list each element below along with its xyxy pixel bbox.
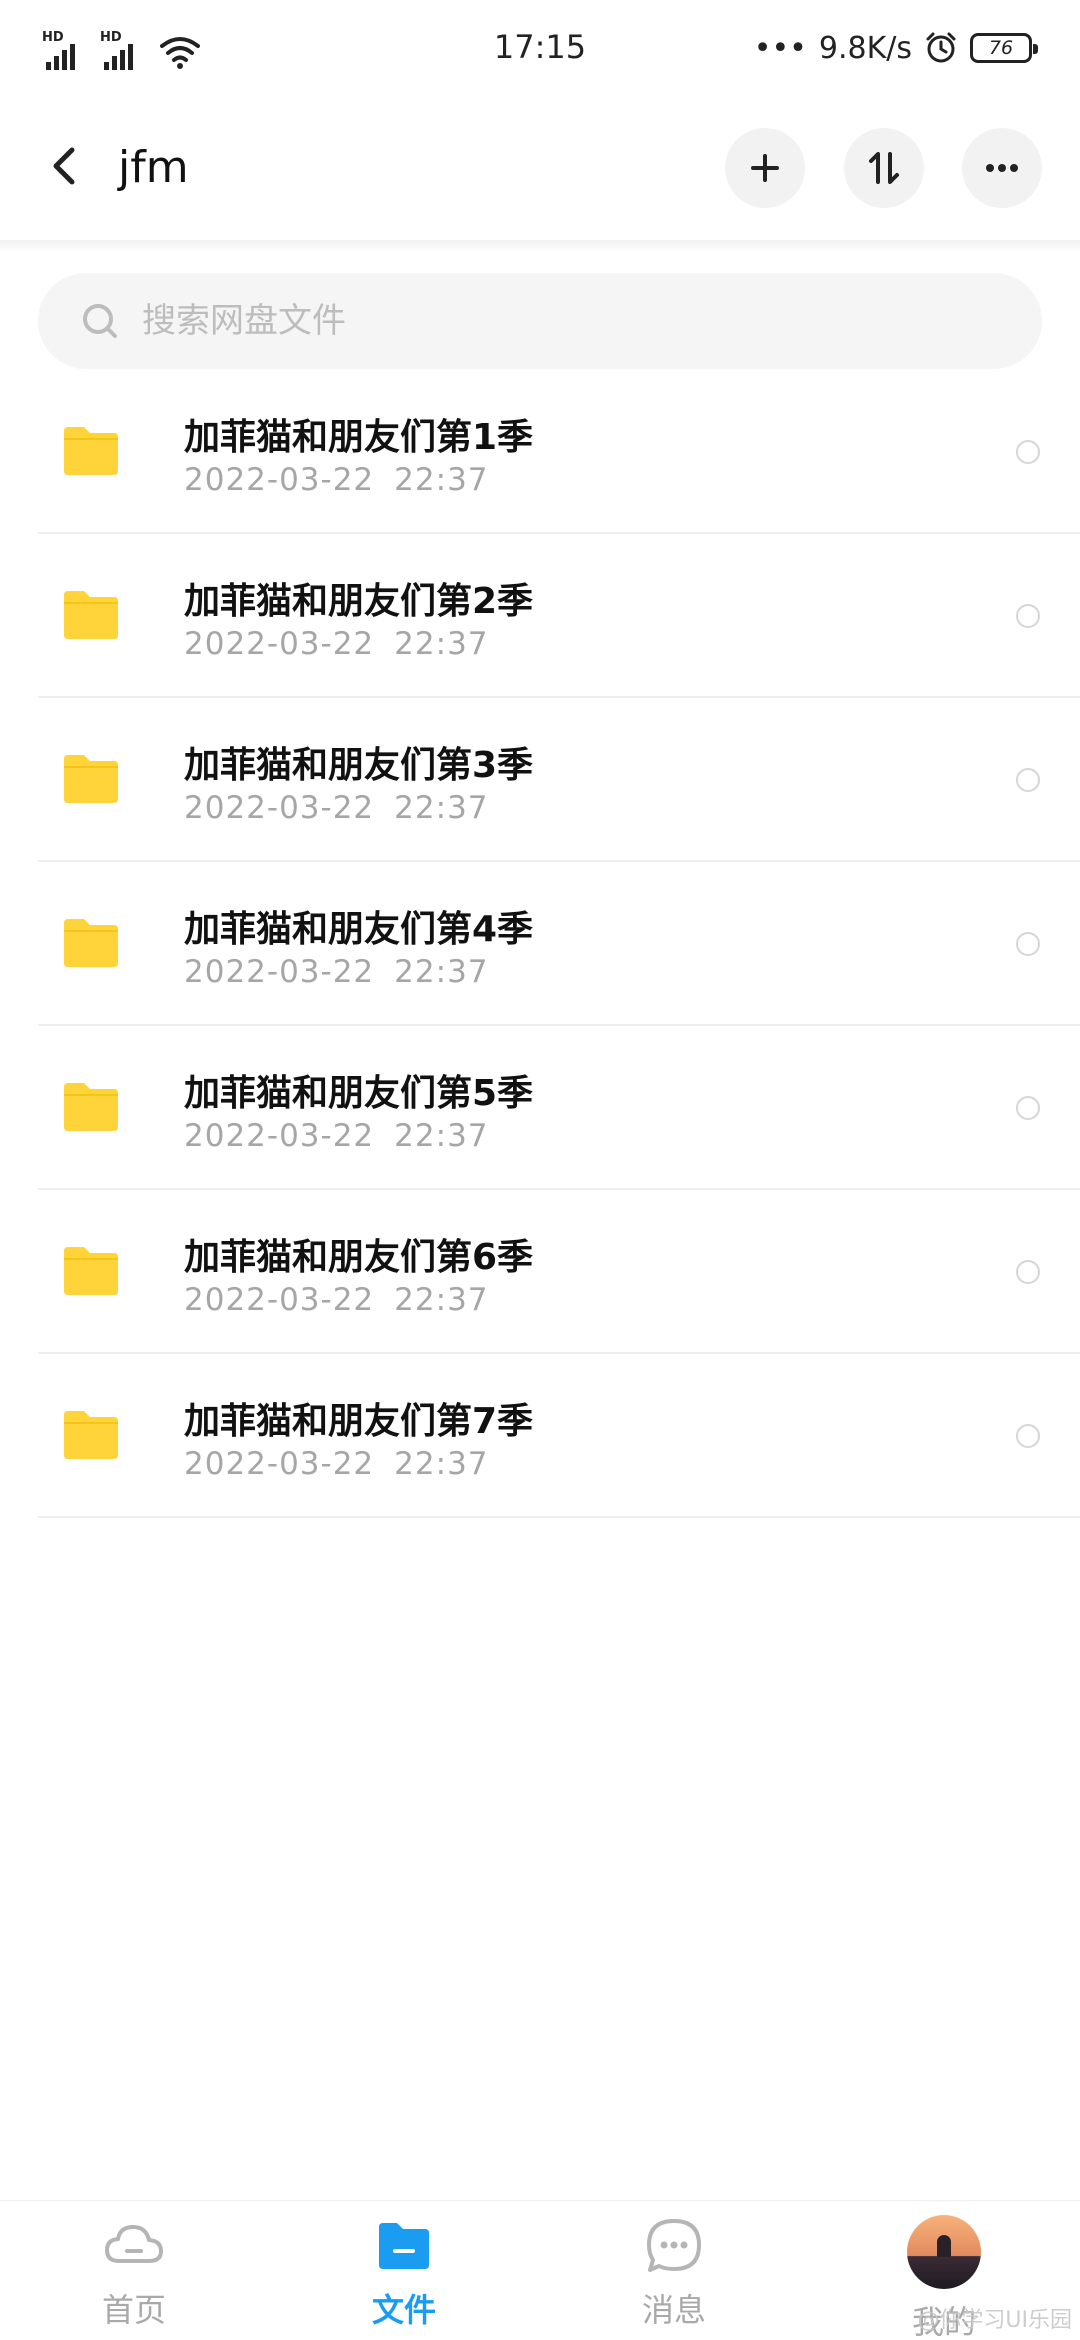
header-divider	[0, 240, 1080, 252]
file-time: 22:37	[394, 790, 489, 826]
cloud-icon	[105, 2225, 163, 2263]
list-item[interactable]: 加菲猫和朋友们第1季 2022-03-22 22:37	[38, 370, 1080, 534]
tab-home-label: 首页	[101, 2291, 166, 2329]
file-time: 22:37	[394, 1282, 489, 1318]
file-date: 2022-03-22	[184, 1446, 375, 1482]
file-name: 加菲猫和朋友们第3季	[184, 745, 534, 786]
avatar	[907, 2215, 981, 2289]
battery-level: 76	[988, 37, 1014, 59]
file-time: 22:37	[394, 1446, 489, 1482]
file-name: 加菲猫和朋友们第5季	[184, 1073, 534, 1114]
more-button[interactable]	[962, 128, 1042, 208]
file-meta: 2022-03-22 22:37	[184, 954, 489, 990]
select-radio[interactable]	[1016, 440, 1040, 464]
tab-messages-label: 消息	[641, 2291, 706, 2329]
sort-button[interactable]	[844, 128, 924, 208]
select-radio[interactable]	[1016, 1260, 1040, 1284]
folder-icon	[64, 427, 118, 475]
sort-icon	[869, 152, 899, 184]
status-right: ••• 9.8K/s 76	[753, 26, 1038, 70]
select-radio[interactable]	[1016, 932, 1040, 956]
search-icon	[83, 304, 117, 338]
list-item[interactable]: 加菲猫和朋友们第5季 2022-03-22 22:37	[38, 1026, 1080, 1190]
folder-icon	[64, 1411, 118, 1459]
file-date: 2022-03-22	[184, 1282, 375, 1318]
app-header: jfm	[0, 110, 1080, 230]
select-radio[interactable]	[1016, 1096, 1040, 1120]
file-name: 加菲猫和朋友们第1季	[184, 417, 534, 458]
folder-icon	[64, 919, 118, 967]
plus-icon	[751, 154, 779, 182]
watermark: @你学习UI乐园	[917, 2308, 1072, 2333]
tab-home[interactable]: 首页	[34, 2215, 234, 2340]
file-time: 22:37	[394, 626, 489, 662]
file-date: 2022-03-22	[184, 790, 375, 826]
file-date: 2022-03-22	[184, 1118, 375, 1154]
search-input[interactable]	[142, 301, 942, 341]
file-meta: 2022-03-22 22:37	[184, 626, 489, 662]
file-name: 加菲猫和朋友们第6季	[184, 1237, 534, 1278]
tab-messages[interactable]: 消息	[574, 2215, 774, 2340]
file-meta: 2022-03-22 22:37	[184, 1282, 489, 1318]
file-list: 加菲猫和朋友们第1季 2022-03-22 22:37 加菲猫和朋友们第2季 20…	[38, 370, 1080, 1518]
file-meta: 2022-03-22 22:37	[184, 1118, 489, 1154]
list-item[interactable]: 加菲猫和朋友们第4季 2022-03-22 22:37	[38, 862, 1080, 1026]
select-radio[interactable]	[1016, 604, 1040, 628]
list-item[interactable]: 加菲猫和朋友们第3季 2022-03-22 22:37	[38, 698, 1080, 862]
alarm-icon	[926, 32, 956, 63]
back-arrow-icon[interactable]	[38, 138, 94, 194]
list-item[interactable]: 加菲猫和朋友们第2季 2022-03-22 22:37	[38, 534, 1080, 698]
file-name: 加菲猫和朋友们第4季	[184, 909, 534, 950]
select-radio[interactable]	[1016, 768, 1040, 792]
file-date: 2022-03-22	[184, 462, 375, 498]
folder-icon	[64, 591, 118, 639]
file-time: 22:37	[394, 954, 489, 990]
add-button[interactable]	[725, 128, 805, 208]
more-icon	[986, 164, 1018, 172]
status-dots: •••	[753, 30, 807, 66]
list-item[interactable]: 加菲猫和朋友们第6季 2022-03-22 22:37	[38, 1190, 1080, 1354]
file-name: 加菲猫和朋友们第7季	[184, 1401, 534, 1442]
list-item[interactable]: 加菲猫和朋友们第7季 2022-03-22 22:37	[38, 1354, 1080, 1518]
file-meta: 2022-03-22 22:37	[184, 462, 489, 498]
file-name: 加菲猫和朋友们第2季	[184, 581, 534, 622]
file-time: 22:37	[394, 1118, 489, 1154]
bottom-nav: 首页 文件 消息 我的 @你学习UI乐园	[0, 2200, 1080, 2340]
page-title: jfm	[118, 142, 189, 193]
file-date: 2022-03-22	[184, 626, 375, 662]
select-radio[interactable]	[1016, 1424, 1040, 1448]
folder-icon	[64, 1083, 118, 1131]
file-meta: 2022-03-22 22:37	[184, 1446, 489, 1482]
folder-icon	[64, 755, 118, 803]
search-bar[interactable]	[38, 273, 1042, 369]
network-speed: 9.8K/s	[818, 30, 912, 66]
tab-files[interactable]: 文件	[304, 2215, 504, 2340]
status-bar: HD HD 17:15 ••• 9.8K/s 76	[0, 0, 1080, 96]
folder-filled-icon	[379, 2223, 429, 2269]
chat-icon	[647, 2219, 701, 2272]
file-date: 2022-03-22	[184, 954, 375, 990]
battery-icon: 76	[970, 33, 1038, 63]
file-meta: 2022-03-22 22:37	[184, 790, 489, 826]
file-time: 22:37	[394, 462, 489, 498]
folder-icon	[64, 1247, 118, 1295]
tab-files-label: 文件	[371, 2291, 436, 2329]
